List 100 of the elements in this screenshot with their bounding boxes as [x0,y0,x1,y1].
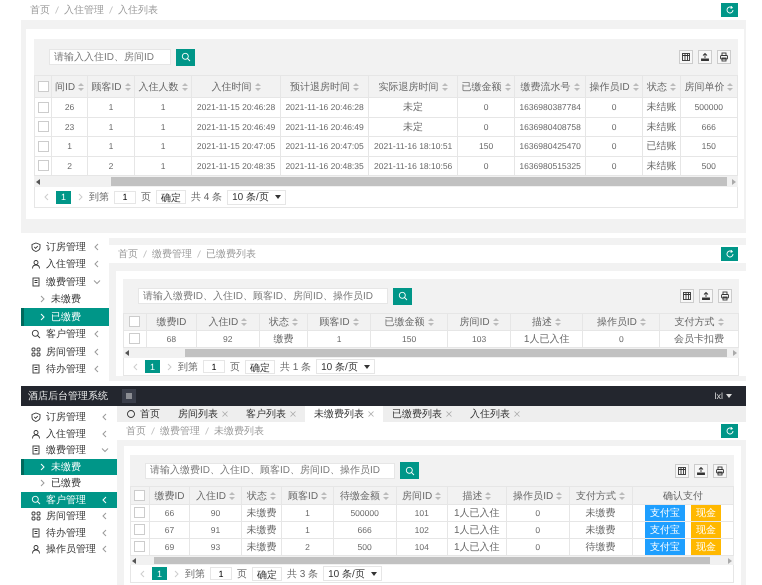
close-icon[interactable] [290,411,296,417]
menu-item[interactable]: 入住管理 [21,426,117,442]
breadcrumb-link[interactable]: 缴费管理 [152,247,192,261]
column-header[interactable]: 已缴金额 [370,314,448,330]
tab[interactable]: 已缴费列表 [383,406,461,422]
sort-icon[interactable] [292,318,298,326]
page-button[interactable]: 1 [56,190,71,204]
scroll-left-icon[interactable] [36,178,40,184]
page-size-select[interactable]: 10 条/页 [316,359,375,374]
search-button[interactable] [176,48,195,66]
column-header[interactable]: 描述 [447,486,506,504]
column-header[interactable]: 房间ID [448,314,511,330]
submenu-item[interactable]: 未缴费 [21,458,117,475]
sort-icon[interactable] [229,492,236,500]
menu-item[interactable]: 待办管理 [21,524,117,541]
sort-icon[interactable] [632,82,639,91]
column-header[interactable]: 顾客ID [308,314,371,330]
column-header[interactable]: 支付方式 [660,314,738,330]
sort-icon[interactable] [254,82,261,91]
scroll-right-icon[interactable] [728,558,732,564]
sort-icon[interactable] [124,82,130,91]
sort-icon[interactable] [270,492,276,500]
sort-icon[interactable] [442,82,448,91]
column-header[interactable]: 顾客ID [88,76,134,98]
horizontal-scrollbar[interactable] [34,176,738,187]
page-button[interactable]: 1 [152,567,167,580]
column-header[interactable]: 操作员ID [582,314,660,330]
columns-button[interactable] [679,50,693,64]
export-button[interactable] [698,50,712,64]
sort-icon[interactable] [182,82,188,91]
column-header[interactable]: 已缴金额 [457,76,515,98]
column-header[interactable]: 实际退房时间 [368,76,458,98]
breadcrumb-link[interactable]: 入住列表 [118,3,158,17]
tab[interactable]: 房间列表 [169,406,237,422]
columns-button[interactable] [680,289,694,303]
page-size-select[interactable]: 10 条/页 [323,566,382,581]
column-header[interactable]: 操作员ID [506,486,570,504]
tab[interactable]: 客户列表 [237,406,305,422]
sort-icon[interactable] [727,82,734,91]
column-header[interactable]: 入住人数 [134,76,192,98]
column-header[interactable]: 操作员ID [585,76,643,98]
column-header[interactable]: 入住ID [196,314,260,330]
page-input[interactable]: 1 [210,567,232,580]
column-header[interactable]: 顾客ID [282,486,334,504]
close-icon[interactable] [222,411,228,417]
user-menu[interactable]: lxl [714,391,732,401]
close-icon[interactable] [446,411,452,417]
column-header[interactable]: 支付方式 [569,486,632,504]
row-checkbox[interactable] [134,524,146,536]
print-button[interactable] [713,464,727,478]
column-header[interactable]: 间ID [52,76,88,98]
columns-button[interactable] [675,464,689,478]
refresh-button[interactable] [721,3,738,17]
sort-icon[interactable] [353,82,360,91]
sort-icon[interactable] [504,82,511,91]
tab[interactable]: 未缴费列表 [305,406,383,422]
export-button[interactable] [694,464,708,478]
confirm-button[interactable]: 确定 [252,566,282,580]
row-checkbox[interactable] [38,121,48,132]
column-header[interactable]: 状态 [259,314,308,330]
close-icon[interactable] [514,411,520,417]
sort-icon[interactable] [640,318,646,326]
tab[interactable]: 入住列表 [461,406,529,422]
sort-icon[interactable] [241,318,248,326]
scroll-right-icon[interactable] [733,350,737,356]
page-input[interactable]: 1 [114,190,136,204]
sort-icon[interactable] [555,318,562,326]
tab[interactable]: 首页 [117,406,169,422]
scroll-left-icon[interactable] [132,558,136,564]
row-checkbox[interactable] [38,102,48,113]
sort-icon[interactable] [383,492,390,500]
submenu-item[interactable]: 已缴费 [21,308,109,326]
column-header[interactable]: 状态 [642,76,680,98]
column-header[interactable]: 描述 [510,314,583,330]
header-checkbox[interactable] [38,80,48,92]
menu-item[interactable]: 客户管理 [21,326,109,343]
row-checkbox[interactable] [38,160,48,172]
column-header[interactable]: 房间ID [396,486,448,504]
column-header[interactable]: 确认支付 [632,486,734,504]
scroll-right-icon[interactable] [732,178,736,184]
sort-icon[interactable] [556,492,562,500]
sort-icon[interactable] [321,492,328,500]
row-checkbox[interactable] [134,541,146,552]
scroll-left-icon[interactable] [125,350,129,356]
row-checkbox[interactable] [129,333,140,344]
sort-icon[interactable] [485,492,492,500]
search-field[interactable]: 请输入缴费ID、入住ID、顾客ID、房间ID、操作员ID [138,288,388,304]
search-field[interactable]: 请输入入住ID、房间ID [49,49,171,65]
scrollbar-thumb[interactable] [111,177,728,186]
submenu-item[interactable]: 未缴费 [21,290,109,308]
horizontal-scrollbar[interactable] [130,556,734,565]
breadcrumb-link[interactable]: 入住管理 [64,3,104,17]
column-header[interactable]: 入住ID [190,486,242,504]
menu-item[interactable]: 订房管理 [21,238,109,256]
close-icon[interactable] [368,411,374,417]
menu-item[interactable]: 房间管理 [21,343,109,360]
page-input[interactable]: 1 [203,360,225,373]
sort-icon[interactable] [352,318,359,326]
column-header[interactable]: 预计退房时间 [280,76,369,98]
breadcrumb-link[interactable]: 首页 [126,424,146,438]
